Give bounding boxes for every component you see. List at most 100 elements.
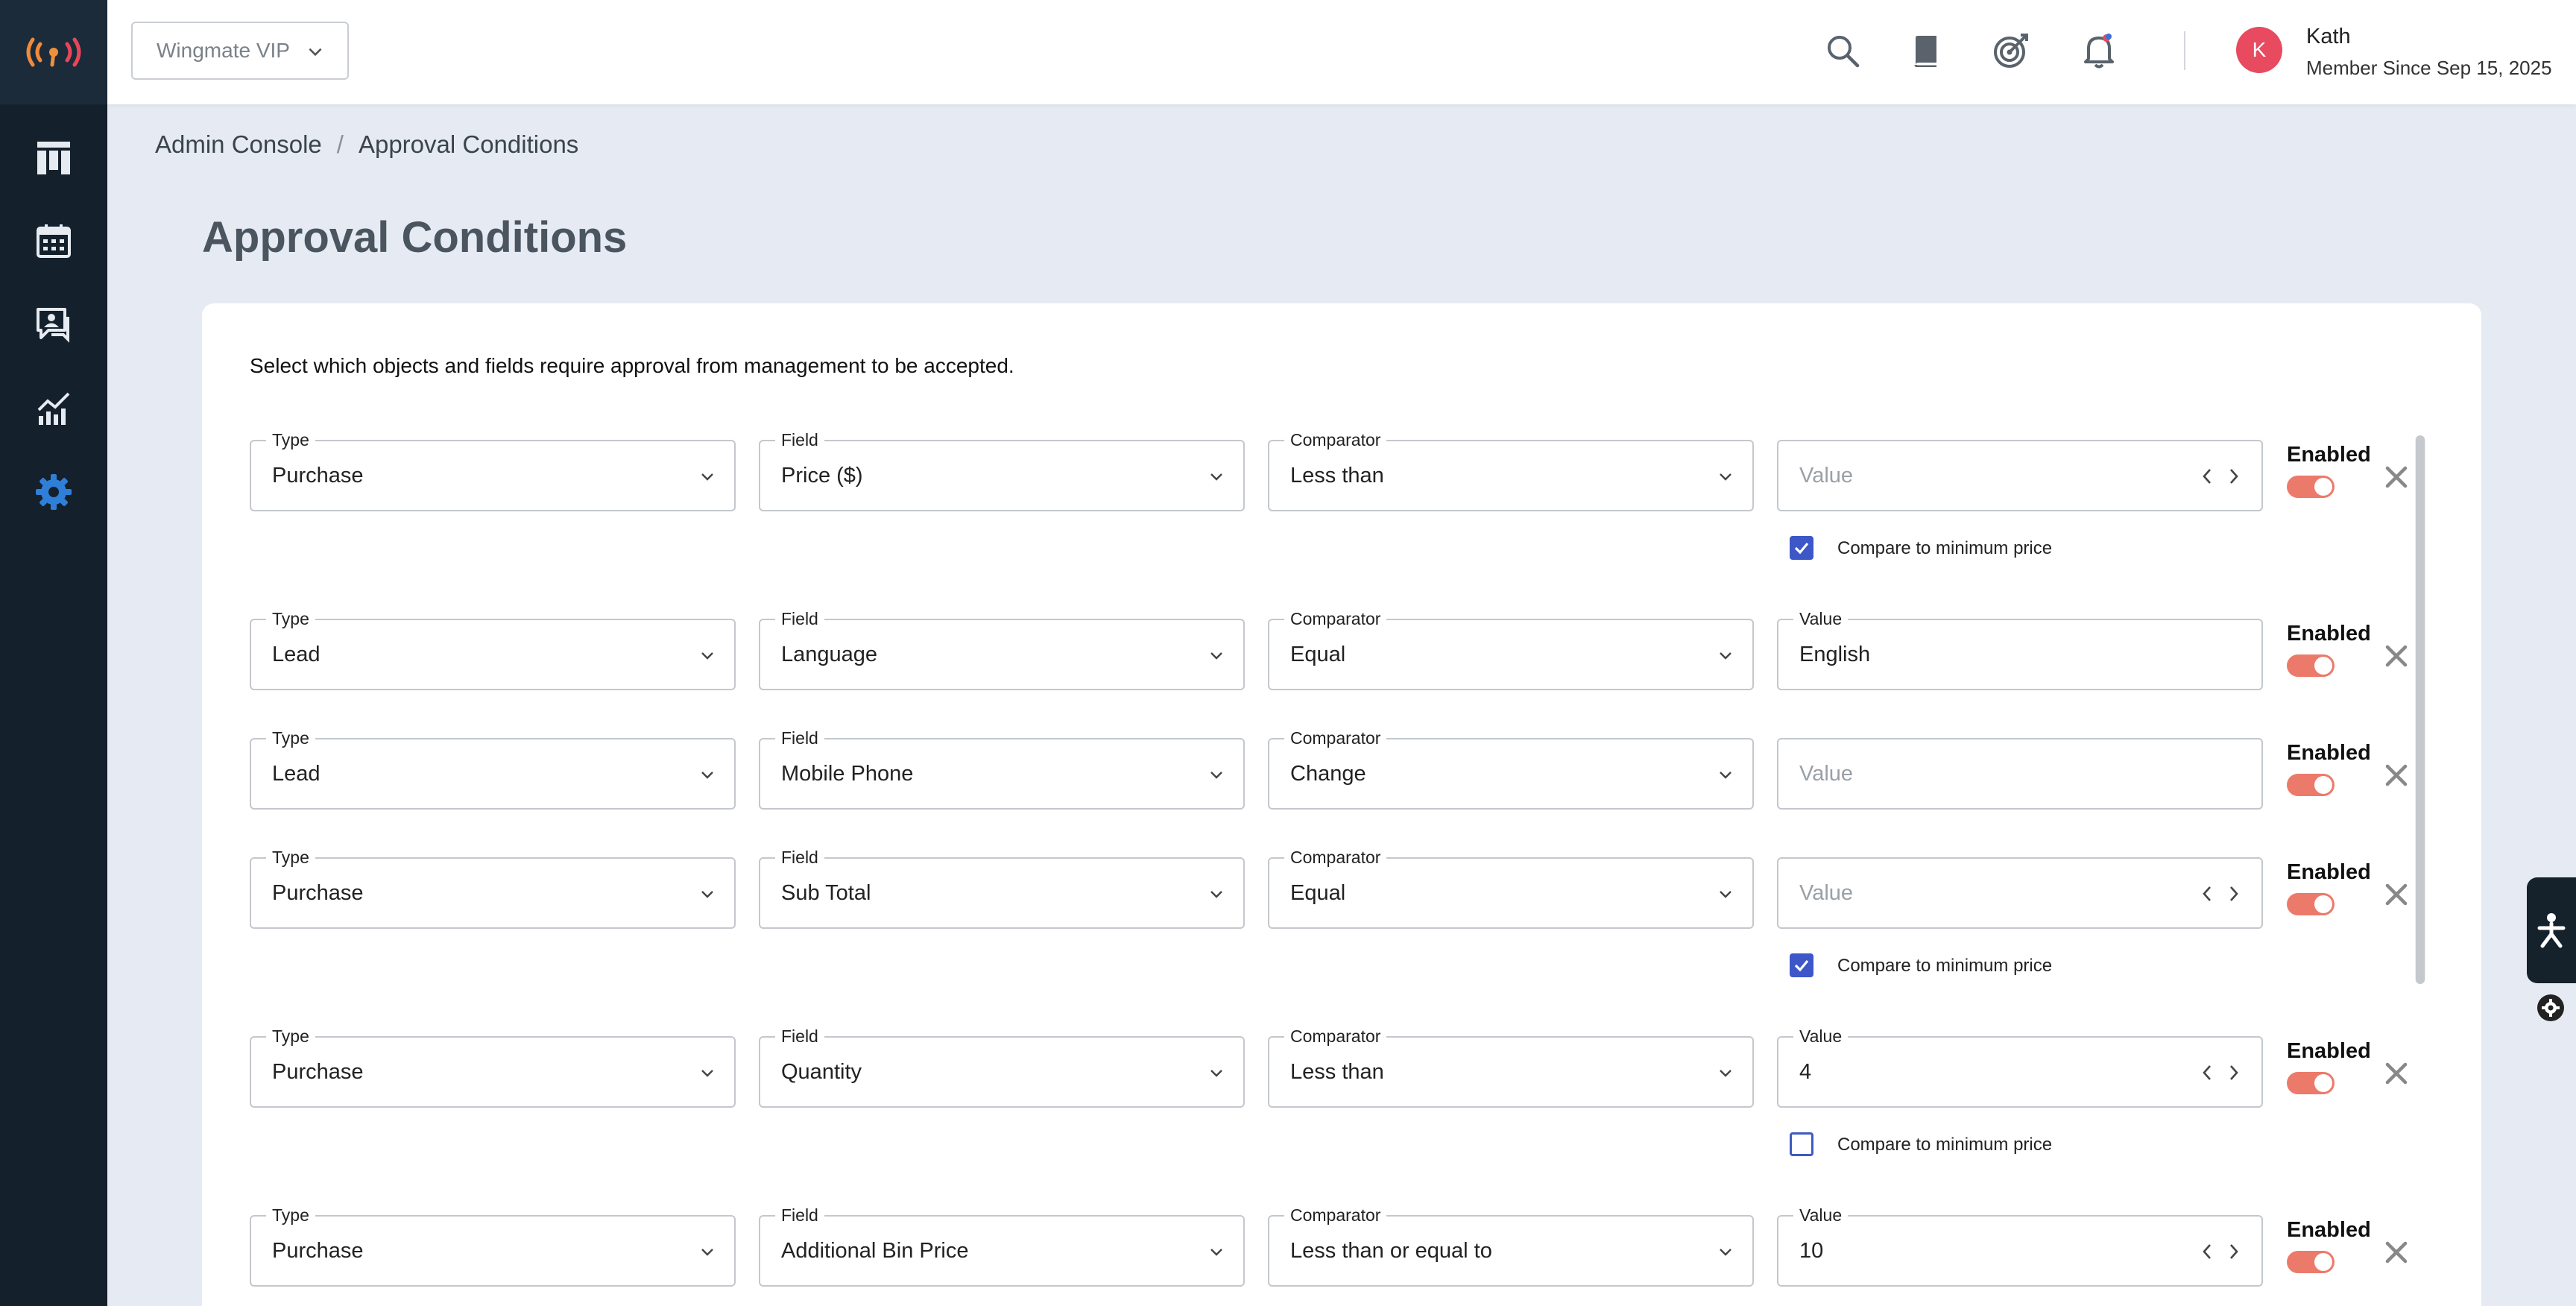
value-stepper[interactable] [2199, 465, 2242, 488]
chevron-down-icon[interactable] [1717, 886, 1734, 903]
chevron-right-icon[interactable] [2226, 883, 2242, 905]
chevron-left-icon[interactable] [2199, 1240, 2215, 1263]
chevron-down-icon[interactable] [1208, 886, 1225, 903]
type-label: Type [266, 1205, 315, 1225]
chevron-down-icon[interactable] [1717, 468, 1734, 486]
chevron-down-icon[interactable] [698, 1243, 716, 1261]
sidebar [0, 0, 107, 1306]
settings-gear-icon[interactable] [30, 468, 78, 516]
field-field[interactable]: Field Sub Total [759, 847, 1245, 929]
type-field[interactable]: Type Purchase [250, 847, 736, 929]
delete-condition-button[interactable] [2381, 641, 2411, 671]
comparator-field[interactable]: Comparator Less than or equal to [1268, 1205, 1754, 1287]
value-value: Value [1799, 762, 1854, 786]
scrollbar-thumb[interactable] [2416, 435, 2425, 984]
delete-condition-button[interactable] [2381, 760, 2411, 790]
chevron-down-icon[interactable] [1717, 1064, 1734, 1082]
chevron-down-icon[interactable] [698, 647, 716, 665]
type-field[interactable]: Type Purchase [250, 1026, 736, 1108]
calendar-icon[interactable] [30, 218, 78, 265]
chevron-down-icon[interactable] [1208, 647, 1225, 665]
chevron-down-icon[interactable] [698, 886, 716, 903]
enabled-toggle[interactable] [2287, 1251, 2334, 1273]
comparator-field[interactable]: Comparator Less than [1268, 1026, 1754, 1108]
chevron-left-icon[interactable] [2199, 465, 2215, 488]
analytics-icon[interactable] [30, 385, 78, 432]
field-value: Mobile Phone [781, 762, 914, 786]
enabled-toggle[interactable] [2287, 893, 2334, 915]
chevron-left-icon[interactable] [2199, 883, 2215, 905]
chevron-down-icon[interactable] [1208, 1064, 1225, 1082]
compare-min-price-checkbox[interactable] [1790, 1132, 1813, 1156]
value-stepper[interactable] [2199, 883, 2242, 905]
chevron-down-icon[interactable] [698, 468, 716, 486]
user-name: Kath [2306, 25, 2351, 48]
book-icon[interactable] [1904, 28, 1948, 73]
delete-condition-button[interactable] [2381, 1237, 2411, 1267]
chevron-down-icon[interactable] [1717, 647, 1734, 665]
enabled-toggle[interactable] [2287, 654, 2334, 677]
compare-min-price-label: Compare to minimum price [1837, 956, 2053, 976]
type-label: Type [266, 847, 315, 868]
chevron-down-icon[interactable] [1208, 766, 1225, 784]
enabled-toggle[interactable] [2287, 774, 2334, 796]
search-icon[interactable] [1820, 28, 1865, 73]
value-stepper[interactable] [2199, 1240, 2242, 1263]
chevron-down-icon[interactable] [1208, 468, 1225, 486]
org-selector[interactable]: Wingmate VIP [131, 22, 349, 80]
chevron-down-icon[interactable] [1717, 766, 1734, 784]
field-field[interactable]: Field Mobile Phone [759, 728, 1245, 810]
type-field[interactable]: Type Lead [250, 728, 736, 810]
chevron-right-icon[interactable] [2226, 1240, 2242, 1263]
chevron-down-icon[interactable] [1208, 1243, 1225, 1261]
type-field[interactable]: Type Lead [250, 608, 736, 690]
value-field[interactable]: Value [1777, 857, 2263, 929]
comparator-label: Comparator [1284, 608, 1387, 629]
brand-logo[interactable] [0, 0, 107, 104]
delete-condition-button[interactable] [2381, 462, 2411, 492]
chevron-down-icon[interactable] [698, 766, 716, 784]
widget-settings-icon[interactable] [2537, 994, 2564, 1021]
chevron-down-icon[interactable] [698, 1064, 716, 1082]
type-label: Type [266, 728, 315, 748]
enabled-toggle[interactable] [2287, 1072, 2334, 1094]
compare-min-price-label: Compare to minimum price [1837, 1135, 2053, 1155]
compare-min-price-checkbox[interactable] [1790, 536, 1813, 560]
chevron-down-icon[interactable] [1717, 1243, 1734, 1261]
field-field[interactable]: Field Quantity [759, 1026, 1245, 1108]
avatar[interactable]: K [2236, 27, 2282, 73]
value-field[interactable]: Value English [1777, 608, 2263, 690]
comparator-field[interactable]: Comparator Change [1268, 728, 1754, 810]
breadcrumb: Admin Console / Approval Conditions [155, 130, 578, 159]
compare-min-price-checkbox[interactable] [1790, 953, 1813, 977]
delete-condition-button[interactable] [2381, 1059, 2411, 1088]
comparator-field[interactable]: Comparator Equal [1268, 608, 1754, 690]
accessibility-tab[interactable] [2527, 877, 2576, 983]
value-field[interactable]: Value [1777, 738, 2263, 810]
chevron-left-icon[interactable] [2199, 1061, 2215, 1084]
enabled-toggle[interactable] [2287, 476, 2334, 498]
comparator-field[interactable]: Comparator Less than [1268, 429, 1754, 511]
field-field[interactable]: Field Language [759, 608, 1245, 690]
chevron-right-icon[interactable] [2226, 1061, 2242, 1084]
value-field[interactable]: Value 4 [1777, 1026, 2263, 1108]
chevron-right-icon[interactable] [2226, 465, 2242, 488]
value-field[interactable]: Value 10 [1777, 1205, 2263, 1287]
value-field[interactable]: Value [1777, 440, 2263, 511]
type-field[interactable]: Type Purchase [250, 429, 736, 511]
field-field[interactable]: Field Price ($) [759, 429, 1245, 511]
type-value: Purchase [272, 1239, 364, 1263]
type-field[interactable]: Type Purchase [250, 1205, 736, 1287]
enabled-label: Enabled [2287, 1218, 2371, 1242]
close-icon [2385, 764, 2408, 786]
field-field[interactable]: Field Additional Bin Price [759, 1205, 1245, 1287]
dashboard-icon[interactable] [30, 134, 78, 182]
comparator-field[interactable]: Comparator Equal [1268, 847, 1754, 929]
breadcrumb-admin-console[interactable]: Admin Console [155, 130, 322, 159]
messages-icon[interactable] [30, 301, 78, 349]
scrollbar[interactable] [2415, 435, 2425, 984]
value-stepper[interactable] [2199, 1061, 2242, 1084]
target-icon[interactable] [1989, 28, 2033, 73]
delete-condition-button[interactable] [2381, 880, 2411, 909]
bell-icon[interactable] [2077, 28, 2121, 73]
